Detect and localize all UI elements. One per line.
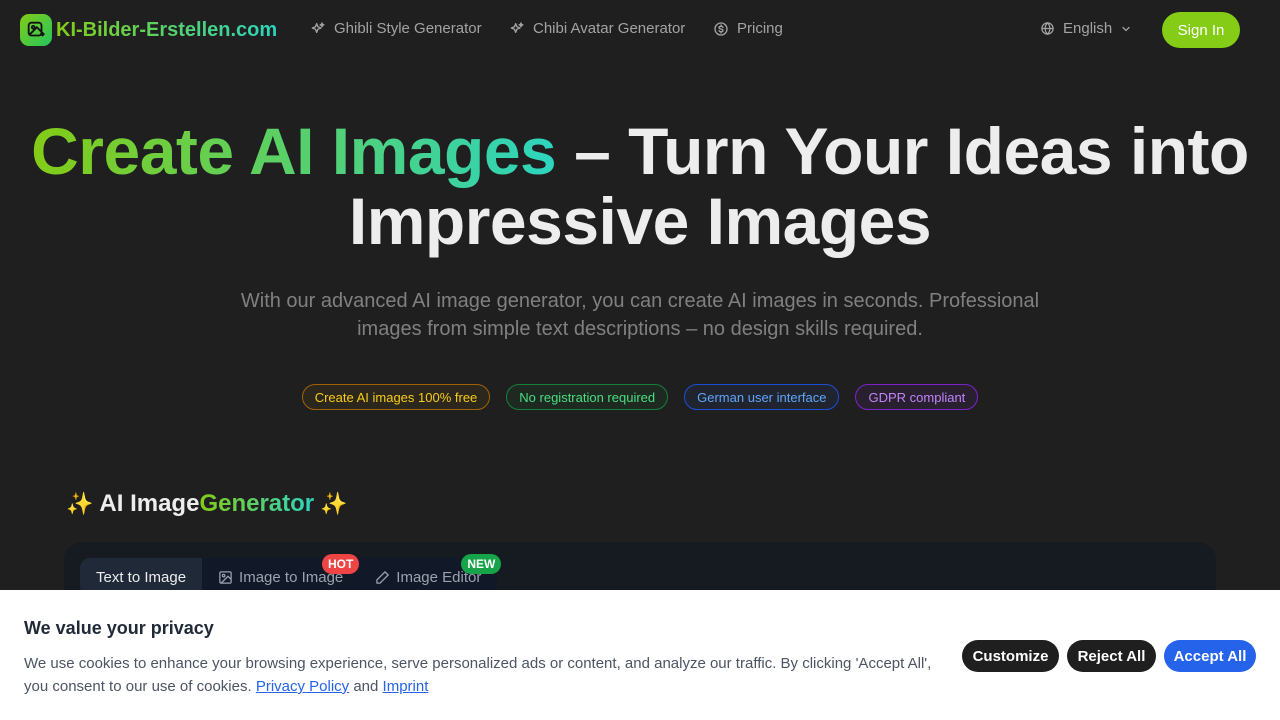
cookie-description: We use cookies to enhance your browsing …	[24, 655, 932, 695]
sparkles-emoji-icon: ✨	[320, 491, 348, 516]
hero-title: Create AI Images – Turn Your Ideas into …	[0, 116, 1280, 256]
hero-subtitle: With our advanced AI image generator, yo…	[240, 290, 1040, 340]
logo[interactable]: KI-Bilder-Erstellen.com	[20, 14, 277, 46]
site-header: KI-Bilder-Erstellen.com Ghibli Style Gen…	[0, 0, 1280, 60]
generator-title: ✨ AI Image Generator ✨	[66, 490, 348, 518]
sparkles-emoji-icon: ✨	[66, 491, 94, 516]
cookie-title: We value your privacy	[24, 618, 214, 638]
nav-ghibli-generator[interactable]: Ghibli Style Generator	[310, 20, 482, 37]
cookie-text: We use cookies to enhance your browsing …	[24, 652, 944, 698]
language-selector[interactable]: English	[1040, 20, 1132, 37]
privacy-policy-link[interactable]: Privacy Policy	[256, 678, 349, 695]
badge-free: Create AI images 100% free	[301, 384, 491, 410]
reject-all-button[interactable]: Reject All	[1067, 640, 1156, 672]
hero-title-highlight: Create AI Images	[31, 114, 557, 188]
brand-name: KI-Bilder-Erstellen.com	[56, 18, 278, 41]
sparkles-icon	[510, 21, 524, 33]
image-icon	[219, 570, 232, 584]
hot-badge: HOT	[321, 554, 360, 574]
chevron-down-icon	[1122, 26, 1130, 31]
feature-badges: Create AI images 100% free No registrati…	[0, 384, 1280, 410]
cookie-banner: We value your privacy We use cookies to …	[0, 590, 1280, 720]
dollar-circle-icon	[714, 21, 728, 36]
badge-no-registration: No registration required	[506, 384, 669, 410]
nav-label: Pricing	[737, 20, 783, 37]
image-sparkle-icon	[20, 14, 52, 46]
pencil-icon	[376, 570, 390, 584]
accept-all-button[interactable]: Accept All	[1164, 640, 1256, 672]
new-badge: NEW	[461, 554, 502, 574]
generator-title-highlight: Generator	[199, 490, 315, 517]
nav-chibi-generator[interactable]: Chibi Avatar Generator	[509, 20, 685, 37]
nav-label: Chibi Avatar Generator	[533, 20, 686, 37]
badge-german-ui: German user interface	[684, 384, 840, 410]
generator-title-main: AI Image	[99, 490, 200, 517]
language-label: English	[1063, 20, 1113, 37]
customize-button[interactable]: Customize	[962, 640, 1059, 672]
globe-icon	[1041, 21, 1054, 36]
badge-gdpr: GDPR compliant	[855, 384, 979, 410]
tab-label: Text to Image	[96, 568, 187, 586]
imprint-link[interactable]: Imprint	[383, 678, 429, 695]
sign-in-button[interactable]: Sign In	[1162, 12, 1240, 48]
cookie-and: and	[353, 678, 379, 695]
sparkles-icon	[311, 21, 325, 33]
nav-label: Ghibli Style Generator	[334, 20, 482, 37]
nav-pricing[interactable]: Pricing	[713, 20, 783, 37]
